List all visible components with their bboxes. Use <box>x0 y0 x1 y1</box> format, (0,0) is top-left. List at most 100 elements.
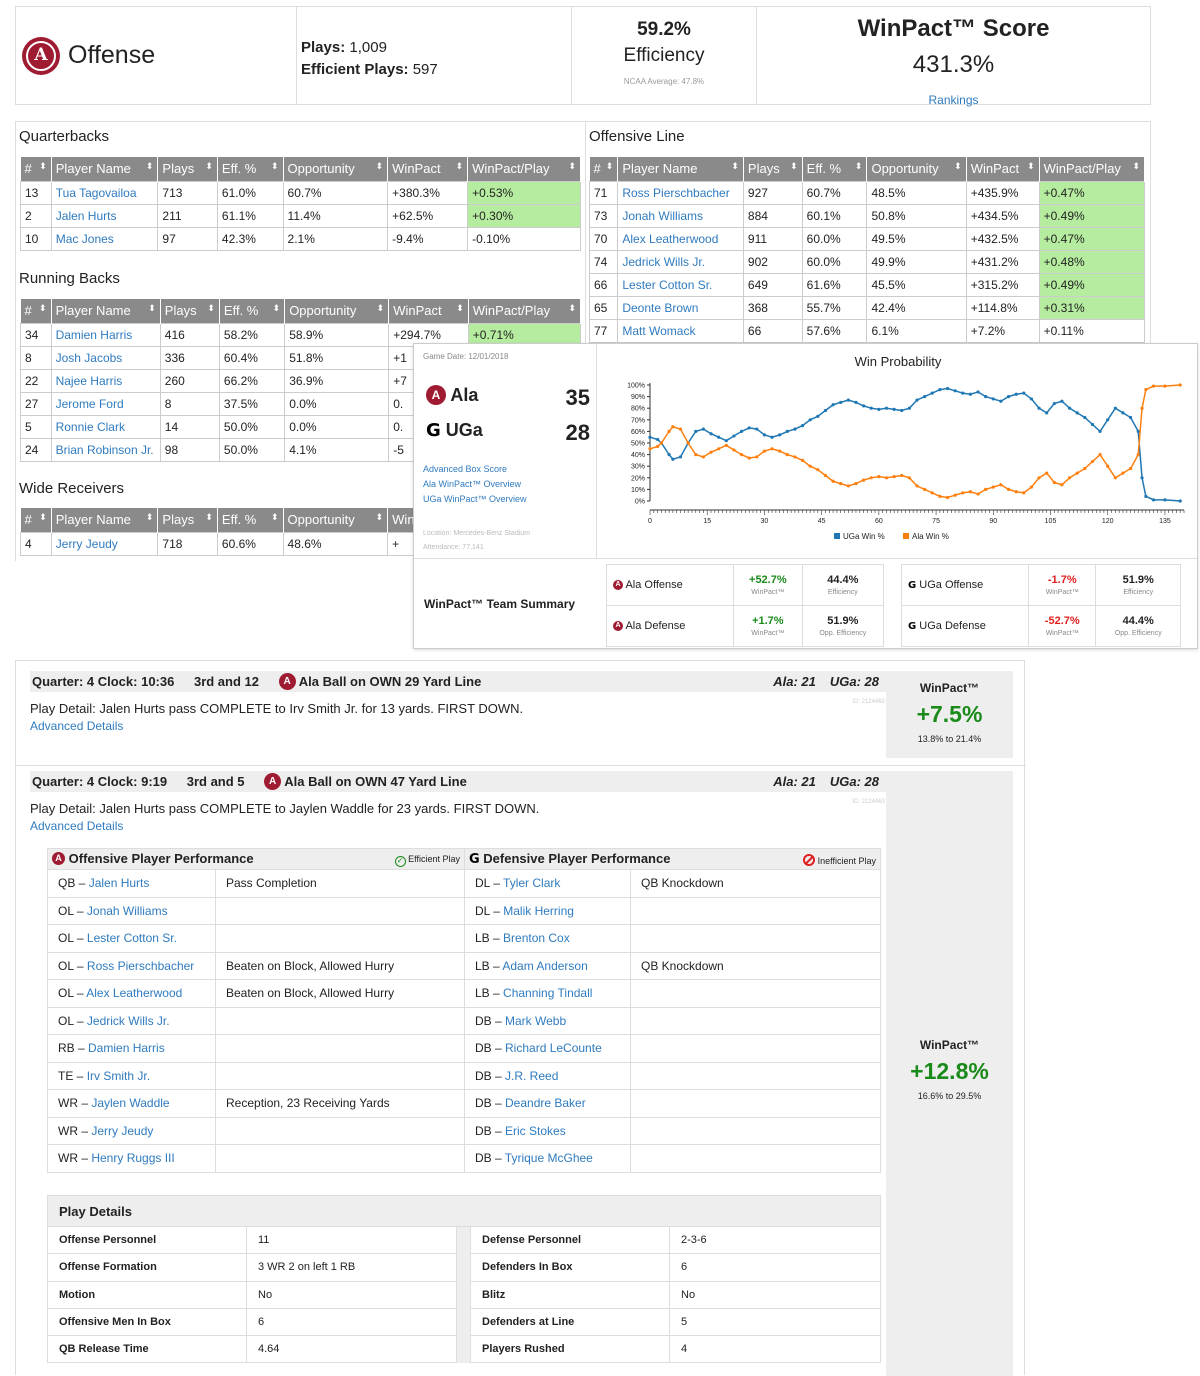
offensive-player-link[interactable]: Jerry Jeudy <box>91 1124 153 1138</box>
column-header[interactable]: Plays ⬍ <box>157 157 218 181</box>
defensive-player-link[interactable]: Channing Tindall <box>503 986 592 1000</box>
player-link[interactable]: Josh Jacobs <box>56 351 123 365</box>
player-link[interactable]: Matt Womack <box>622 324 695 338</box>
defensive-player-link[interactable]: Eric Stokes <box>505 1124 566 1138</box>
defensive-player-link[interactable]: Richard LeCounte <box>505 1041 602 1055</box>
sort-icon[interactable]: ⬍ <box>39 161 47 172</box>
offensive-player-link[interactable]: Jedrick Wills Jr. <box>87 1014 170 1028</box>
offensive-player-link[interactable]: Damien Harris <box>88 1041 165 1055</box>
player-link[interactable]: Jerome Ford <box>56 397 124 411</box>
sort-icon[interactable]: ⬍ <box>146 161 154 172</box>
player-link[interactable]: Ronnie Clark <box>56 420 125 434</box>
offensive-player-link[interactable]: Lester Cotton Sr. <box>87 931 177 945</box>
player-link[interactable]: Mac Jones <box>56 232 114 246</box>
sort-icon[interactable]: ⬍ <box>39 512 47 523</box>
column-header[interactable]: Opportunity ⬍ <box>283 508 389 532</box>
sort-icon[interactable]: ⬍ <box>207 303 215 314</box>
column-header[interactable]: # ⬍ <box>20 157 52 181</box>
column-header[interactable]: WinPact ⬍ <box>387 157 469 181</box>
defensive-player-link[interactable]: J.R. Reed <box>505 1069 558 1083</box>
sort-icon[interactable]: ⬍ <box>456 303 464 314</box>
defensive-player-link[interactable]: Tyler Clark <box>503 876 560 890</box>
offensive-player-link[interactable]: Irv Smith Jr. <box>87 1069 150 1083</box>
rankings-link[interactable]: Rankings <box>928 93 978 107</box>
column-header[interactable]: WinPact/Play ⬍ <box>467 157 581 181</box>
summary-efficiency: 51.9% Opp. Efficiency <box>801 605 885 647</box>
ala-overview-link[interactable]: Ala WinPact™ Overview <box>423 479 521 489</box>
column-header[interactable]: Player Name ⬍ <box>51 299 161 323</box>
sort-icon[interactable]: ⬍ <box>39 303 47 314</box>
sort-icon[interactable]: ⬍ <box>377 303 385 314</box>
defensive-player-link[interactable]: Adam Anderson <box>502 959 587 973</box>
column-header[interactable]: Opportunity ⬍ <box>284 299 390 323</box>
column-header[interactable]: Opportunity ⬍ <box>866 157 967 181</box>
player-link[interactable]: Damien Harris <box>56 328 133 342</box>
sort-icon[interactable]: ⬍ <box>271 512 279 523</box>
sort-icon[interactable]: ⬍ <box>1132 161 1140 172</box>
sort-icon[interactable]: ⬍ <box>205 161 213 172</box>
defensive-player-link[interactable]: Mark Webb <box>505 1014 566 1028</box>
uga-overview-link[interactable]: UGa WinPact™ Overview <box>423 494 527 504</box>
column-header[interactable]: WinPact/Play ⬍ <box>468 299 582 323</box>
advanced-box-score-link[interactable]: Advanced Box Score <box>423 464 507 474</box>
column-header[interactable]: WinPact/Play ⬍ <box>1039 157 1146 181</box>
player-link[interactable]: Alex Leatherwood <box>622 232 718 246</box>
sort-icon[interactable]: ⬍ <box>606 161 614 172</box>
column-header[interactable]: Player Name ⬍ <box>51 508 159 532</box>
sort-icon[interactable]: ⬍ <box>568 303 576 314</box>
player-link[interactable]: Brian Robinson Jr. <box>56 443 154 457</box>
defensive-player-link[interactable]: Tyrique McGhee <box>505 1151 593 1165</box>
column-header[interactable]: # ⬍ <box>20 508 52 532</box>
sort-icon[interactable]: ⬍ <box>376 512 384 523</box>
column-header[interactable]: Plays ⬍ <box>160 299 220 323</box>
column-header[interactable]: # ⬍ <box>20 299 52 323</box>
column-header[interactable]: WinPact ⬍ <box>966 157 1040 181</box>
defensive-player-link[interactable]: Malik Herring <box>503 904 574 918</box>
player-link[interactable]: Deonte Brown <box>622 301 698 315</box>
sort-icon[interactable]: ⬍ <box>146 512 154 523</box>
player-link[interactable]: Jerry Jeudy <box>56 537 118 551</box>
cell-num: 2 <box>20 203 52 228</box>
sort-icon[interactable]: ⬍ <box>1027 161 1035 172</box>
offensive-player-link[interactable]: Alex Leatherwood <box>86 986 182 1000</box>
sort-icon[interactable]: ⬍ <box>855 161 863 172</box>
sort-icon[interactable]: ⬍ <box>205 512 213 523</box>
column-header[interactable]: Plays ⬍ <box>157 508 218 532</box>
sort-icon[interactable]: ⬍ <box>790 161 798 172</box>
column-header[interactable]: Eff. % ⬍ <box>802 157 868 181</box>
offensive-player-link[interactable]: Henry Ruggs III <box>91 1151 174 1165</box>
defensive-player-link[interactable]: Brenton Cox <box>503 931 570 945</box>
defensive-player-link[interactable]: Deandre Baker <box>505 1096 586 1110</box>
column-header[interactable]: # ⬍ <box>589 157 619 181</box>
player-link[interactable]: Lester Cotton Sr. <box>622 278 712 292</box>
sort-icon[interactable]: ⬍ <box>376 161 384 172</box>
column-header[interactable]: Player Name ⬍ <box>617 157 744 181</box>
column-header[interactable]: Opportunity ⬍ <box>283 157 389 181</box>
advanced-details-link[interactable]: Advanced Details <box>30 819 123 833</box>
sort-icon[interactable]: ⬍ <box>148 303 156 314</box>
sort-icon[interactable]: ⬍ <box>456 161 464 172</box>
sort-icon[interactable]: ⬍ <box>731 161 739 172</box>
sort-icon[interactable]: ⬍ <box>568 161 576 172</box>
offensive-player-link[interactable]: Jalen Hurts <box>89 876 150 890</box>
sort-icon[interactable]: ⬍ <box>273 303 281 314</box>
column-header[interactable]: Plays ⬍ <box>743 157 803 181</box>
column-header[interactable]: Player Name ⬍ <box>51 157 159 181</box>
offensive-player-link[interactable]: Jaylen Waddle <box>91 1096 169 1110</box>
player-link[interactable]: Tua Tagovailoa <box>56 186 137 200</box>
player-link[interactable]: Jalen Hurts <box>56 209 117 223</box>
play-winpact-box: WinPact™ +12.8% 16.6% to 29.5% <box>886 771 1013 1376</box>
column-header[interactable]: WinPact ⬍ <box>388 299 469 323</box>
offensive-player-link[interactable]: Ross Pierschbacher <box>87 959 194 973</box>
player-link[interactable]: Ross Pierschbacher <box>622 186 729 200</box>
sort-icon[interactable]: ⬍ <box>954 161 962 172</box>
column-header[interactable]: Eff. % ⬍ <box>217 157 284 181</box>
player-link[interactable]: Jedrick Wills Jr. <box>622 255 705 269</box>
offensive-player-link[interactable]: Jonah Williams <box>87 904 168 918</box>
column-header[interactable]: Eff. % ⬍ <box>217 508 284 532</box>
advanced-details-link[interactable]: Advanced Details <box>30 719 123 733</box>
player-link[interactable]: Najee Harris <box>56 374 123 388</box>
column-header[interactable]: Eff. % ⬍ <box>219 299 286 323</box>
player-link[interactable]: Jonah Williams <box>622 209 703 223</box>
sort-icon[interactable]: ⬍ <box>271 161 279 172</box>
